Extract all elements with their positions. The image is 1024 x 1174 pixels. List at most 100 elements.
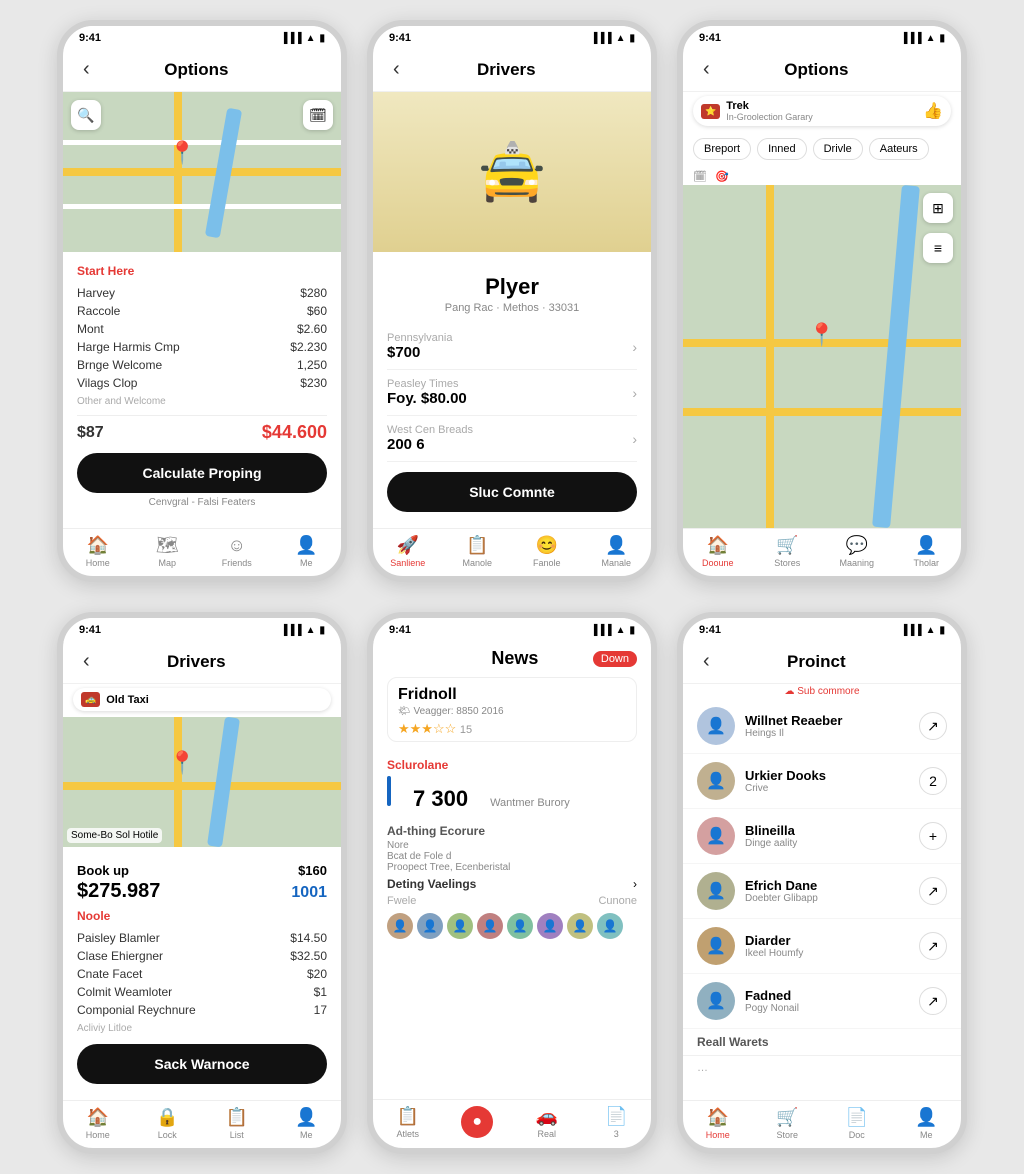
signal-icon-5: ▐▐▐ [590, 625, 611, 636]
chevron-icon-2: › [632, 385, 637, 401]
tab-bar-1: 🏠 Home 🗺 Map ☺ Friends 👤 Me [63, 528, 341, 576]
action-fadned[interactable]: ↗ [919, 987, 947, 1015]
tab-me-6[interactable]: 👤 Me [892, 1107, 962, 1140]
calendar-btn-1[interactable]: 🗓 [303, 100, 333, 130]
tab-red-5[interactable]: ● [443, 1106, 513, 1140]
tab-doc-5[interactable]: 📄 3 [582, 1106, 652, 1140]
filter-inned[interactable]: Inned [757, 138, 807, 160]
tab-manole[interactable]: 📋 Manole [443, 535, 513, 568]
tab-store-6[interactable]: 🛒 Store [753, 1107, 823, 1140]
friends-icon-1: ☺ [228, 535, 246, 556]
price-list-1: Harvey $280 Raccole $60 Mont $2.60 Harge… [77, 284, 327, 392]
tab-manale[interactable]: 👤 Manale [582, 535, 652, 568]
person-icon-6: 👤 [915, 1107, 937, 1128]
action-efrich[interactable]: ↗ [919, 877, 947, 905]
me-icon-1: 👤 [295, 535, 317, 556]
action-diarder[interactable]: ↗ [919, 932, 947, 960]
tab-label-me-6: Me [920, 1130, 933, 1140]
sack-btn[interactable]: Sack Warnoce [77, 1044, 327, 1084]
price-row-harvey: Harvey $280 [77, 284, 327, 302]
tab-map-1[interactable]: 🗺 Map [133, 535, 203, 568]
back-button-4[interactable]: ‹ [77, 648, 96, 675]
home-icon-3: 🏠 [707, 535, 729, 556]
list-icon-5: 📋 [397, 1106, 419, 1127]
smile-icon: 😊 [536, 535, 558, 556]
phone-drivers-2: 9:41 ▐▐▐ ▲ ▮ ‹ Drivers 🚖 Plyer Pang Rac … [367, 20, 657, 582]
doc-icon-5: 📄 [605, 1106, 627, 1127]
tab-list-4[interactable]: 📋 List [202, 1107, 272, 1140]
time-2: 9:41 [389, 32, 411, 44]
row-1: 9:41 ▐▐▐ ▲ ▮ ‹ Options 📍 🔍 🗓 [57, 20, 967, 582]
tab-bar-6: 🏠 Home 🛒 Store 📄 Doc 👤 Me [683, 1100, 961, 1148]
tab-fanole[interactable]: 😊 Fanole [512, 535, 582, 568]
status-bar-2: 9:41 ▐▐▐ ▲ ▮ [373, 26, 651, 50]
tab-atlets[interactable]: 📋 Atlets [373, 1106, 443, 1140]
time-1: 9:41 [79, 32, 101, 44]
filter-drivle[interactable]: Drivle [813, 138, 863, 160]
action-urkier[interactable]: 2 [919, 767, 947, 795]
status-icons-6: ▐▐▐ ▲ ▮ [900, 625, 945, 636]
info-efrich: Efrich Dane Doebter Glibapp [745, 878, 909, 904]
tab-home-1[interactable]: 🏠 Home [63, 535, 133, 568]
price-clase: Clase Ehiergner $32.50 [77, 947, 327, 965]
info-diarder: Diarder Ikeel Houmfy [745, 933, 909, 959]
filter-aateurs[interactable]: Aateurs [869, 138, 929, 160]
back-button-6[interactable]: ‹ [697, 648, 716, 675]
map-icon-tab-1: 🗺 [156, 535, 179, 556]
action-willnet[interactable]: ↗ [919, 712, 947, 740]
layers-btn-3[interactable]: ⊞ [923, 193, 953, 223]
battery-icon-6: ▮ [939, 625, 945, 636]
status-icons-4: ▐▐▐ ▲ ▮ [280, 625, 325, 636]
people-list-6: 👤 Willnet Reaeber Heings Il ↗ 👤 Urkier D… [683, 699, 961, 1100]
avatar-efrich: 👤 [697, 872, 735, 910]
tab-real-5[interactable]: 🚗 Real [512, 1106, 582, 1140]
wifi-icon-5: ▲ [616, 625, 626, 636]
news-badge-5[interactable]: Down [593, 651, 637, 667]
back-button-1[interactable]: ‹ [77, 56, 96, 83]
tab-dooune[interactable]: 🏠 Dooune [683, 535, 753, 568]
tab-me-4[interactable]: 👤 Me [272, 1107, 342, 1140]
tab-friends-1[interactable]: ☺ Friends [202, 535, 272, 568]
driver-name: Plyer [387, 274, 637, 300]
tab-me-1[interactable]: 👤 Me [272, 535, 342, 568]
back-button-2[interactable]: ‹ [387, 56, 406, 83]
info-row-pennsylvania: Pennsylvania $700 › [387, 324, 637, 370]
profile-action-btn-3[interactable]: 👍 [923, 101, 943, 121]
time-6: 9:41 [699, 624, 721, 636]
back-button-3[interactable]: ‹ [697, 56, 716, 83]
avatar-3: 👤 [447, 913, 473, 939]
time-4: 9:41 [79, 624, 101, 636]
info-urkier: Urkier Dooks Crive [745, 768, 909, 794]
content-4: Book up $160 $275.987 1001 Noole Paisley… [63, 847, 341, 1100]
tab-sanliene[interactable]: 🚀 Sanliene [373, 535, 443, 568]
tab-home-6[interactable]: 🏠 Home [683, 1107, 753, 1140]
tab-bar-3: 🏠 Dooune 🛒 Stores 💬 Maaning 👤 Tholar [683, 528, 961, 576]
price-row-harge: Harge Harmis Cmp $2.230 [77, 338, 327, 356]
sub-text-1: Cenvgral - Falsi Featers [77, 497, 327, 508]
calc-btn-1[interactable]: Calculate Proping [77, 453, 327, 493]
tab-maaning[interactable]: 💬 Maaning [822, 535, 892, 568]
news-card-meta-5: 🌤 Veagger: 8850 2016 [388, 706, 636, 721]
car-icon-5: 🚗 [536, 1106, 558, 1127]
tab-doc-6[interactable]: 📄 Doc [822, 1107, 892, 1140]
tab-stores[interactable]: 🛒 Stores [753, 535, 823, 568]
news-title-5: News [437, 648, 593, 669]
news-number-5: 7 300 [399, 784, 482, 816]
header-6: ‹ Proinct [683, 642, 961, 684]
person-fadned: 👤 Fadned Pogy Nonail ↗ [683, 974, 961, 1029]
person-icon-tab: 👤 [605, 535, 627, 556]
map-extra-icon2: 🎯 [715, 170, 729, 183]
tab-home-4[interactable]: 🏠 Home [63, 1107, 133, 1140]
tab-tholar[interactable]: 👤 Tholar [892, 535, 962, 568]
tab-label-manale: Manale [601, 558, 631, 568]
action-blineilla[interactable]: + [919, 822, 947, 850]
tab-label-me-1: Me [300, 558, 313, 568]
store-icon-3: 🛒 [776, 535, 798, 556]
tab-lock-4[interactable]: 🔒 Lock [133, 1107, 203, 1140]
search-map-btn-1[interactable]: 🔍 [71, 100, 101, 130]
sluc-btn[interactable]: Sluc Comnte [387, 472, 637, 512]
filter-breport[interactable]: Breport [693, 138, 751, 160]
price-row-mont: Mont $2.60 [77, 320, 327, 338]
menu-btn-3[interactable]: ≡ [923, 233, 953, 263]
tab-bar-4: 🏠 Home 🔒 Lock 📋 List 👤 Me [63, 1100, 341, 1148]
